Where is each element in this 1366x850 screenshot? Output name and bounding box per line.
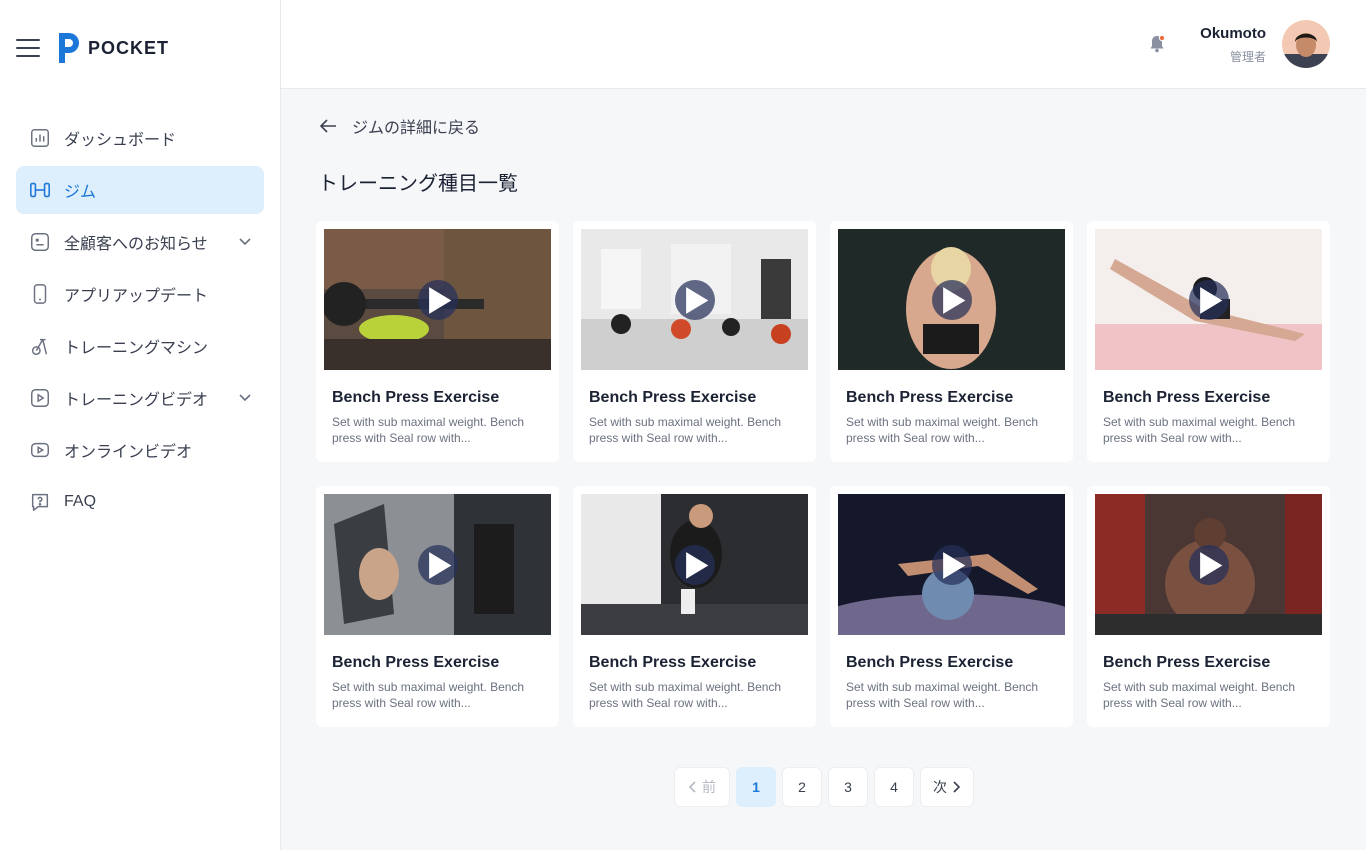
sidebar-item-dashboard[interactable]: ダッシュボード xyxy=(16,114,264,162)
chevron-down-icon[interactable] xyxy=(238,390,252,404)
back-link[interactable]: ジムの詳細に戻る xyxy=(318,114,480,138)
card-description: Set with sub maximal weight. Bench press… xyxy=(589,680,782,710)
sidebar-item-training-video[interactable]: トレーニングビデオ xyxy=(16,374,264,422)
exercise-card[interactable]: Bench Press Exercise Set with sub maxima… xyxy=(573,221,816,462)
question-icon xyxy=(28,490,52,514)
exercise-card[interactable]: Bench Press Exercise Set with sub maxima… xyxy=(316,221,559,462)
card-title: Bench Press Exercise xyxy=(589,389,757,406)
phone-icon xyxy=(28,282,52,306)
card-title: Bench Press Exercise xyxy=(589,654,757,671)
next-page-label: 次 xyxy=(933,779,947,795)
video-icon xyxy=(28,386,52,410)
card-description: Set with sub maximal weight. Bench press… xyxy=(1103,415,1296,445)
prev-page-button[interactable]: 前 xyxy=(674,767,730,807)
play-icon[interactable] xyxy=(932,280,972,320)
notice-icon xyxy=(28,230,52,254)
page-title: トレーニング種目一覧 xyxy=(318,173,518,195)
logo[interactable]: POCKET xyxy=(56,31,169,65)
play-icon[interactable] xyxy=(1189,545,1229,585)
sidebar-item-label: FAQ xyxy=(64,493,97,510)
prev-page-label: 前 xyxy=(702,779,716,795)
sidebar-item-label: ジム xyxy=(64,184,97,201)
bell-icon[interactable] xyxy=(1146,33,1168,55)
card-title: Bench Press Exercise xyxy=(332,654,500,671)
sidebar: POCKET ダッシュボード ジム 全顧客へのお知らせ アプリアップデート トレ… xyxy=(0,0,281,850)
card-title: Bench Press Exercise xyxy=(332,389,500,406)
play-icon[interactable] xyxy=(418,545,458,585)
bike-icon xyxy=(28,334,52,358)
user-role: 管理者 xyxy=(1229,50,1266,64)
exercise-card[interactable]: Bench Press Exercise Set with sub maxima… xyxy=(1087,486,1330,727)
sidebar-item-label: オンラインビデオ xyxy=(64,444,193,461)
card-description: Set with sub maximal weight. Bench press… xyxy=(589,415,782,445)
card-title: Bench Press Exercise xyxy=(1103,654,1271,671)
page-button-1[interactable]: 1 xyxy=(736,767,776,807)
exercise-card[interactable]: Bench Press Exercise Set with sub maxima… xyxy=(573,486,816,727)
exercise-card[interactable]: Bench Press Exercise Set with sub maxima… xyxy=(1087,221,1330,462)
exercise-card[interactable]: Bench Press Exercise Set with sub maxima… xyxy=(830,221,1073,462)
exercise-card[interactable]: Bench Press Exercise Set with sub maxima… xyxy=(316,486,559,727)
chevron-left-icon xyxy=(688,781,696,793)
sidebar-item-label: トレーニングマシン xyxy=(64,340,209,357)
play-icon[interactable] xyxy=(932,545,972,585)
exercise-card[interactable]: Bench Press Exercise Set with sub maxima… xyxy=(830,486,1073,727)
exercise-thumbnail xyxy=(838,494,1065,635)
card-description: Set with sub maximal weight. Bench press… xyxy=(846,680,1039,710)
user-info[interactable]: Okumoto 管理者 xyxy=(1200,25,1266,65)
play-icon[interactable] xyxy=(418,280,458,320)
next-page-button[interactable]: 次 xyxy=(920,767,974,807)
brand-name: POCKET xyxy=(88,37,170,58)
card-description: Set with sub maximal weight. Bench press… xyxy=(1103,680,1296,710)
page-button-4[interactable]: 4 xyxy=(874,767,914,807)
card-description: Set with sub maximal weight. Bench press… xyxy=(332,415,525,445)
play-icon[interactable] xyxy=(1189,280,1229,320)
video-icon xyxy=(28,438,52,462)
card-title: Bench Press Exercise xyxy=(846,654,1014,671)
pocket-logo-icon xyxy=(56,31,80,65)
card-title: Bench Press Exercise xyxy=(1103,389,1271,406)
exercise-thumbnail xyxy=(324,229,551,370)
sidebar-item-label: ダッシュボード xyxy=(64,132,177,149)
exercise-thumbnail xyxy=(838,229,1065,370)
hamburger-menu-icon[interactable] xyxy=(16,39,40,57)
sidebar-item-training-machine[interactable]: トレーニングマシン xyxy=(16,322,264,370)
chevron-right-icon xyxy=(953,781,961,793)
sidebar-item-faq[interactable]: FAQ xyxy=(16,478,264,526)
sidebar-nav: ダッシュボード ジム 全顧客へのお知らせ アプリアップデート トレーニングマシン… xyxy=(16,114,264,530)
user-name: Okumoto xyxy=(1200,25,1266,42)
pagination: 前 1 2 3 4 次 xyxy=(674,767,980,807)
chevron-down-icon[interactable] xyxy=(238,234,252,248)
sidebar-item-label: 全顧客へのお知らせ xyxy=(64,236,208,253)
card-title: Bench Press Exercise xyxy=(846,389,1014,406)
exercise-thumbnail xyxy=(581,229,808,370)
gym-icon xyxy=(28,178,52,202)
sidebar-item-app-update[interactable]: アプリアップデート xyxy=(16,270,264,318)
avatar[interactable] xyxy=(1282,20,1330,68)
exercise-thumbnail xyxy=(1095,494,1322,635)
arrow-left-icon xyxy=(319,119,336,133)
card-description: Set with sub maximal weight. Bench press… xyxy=(846,415,1039,445)
sidebar-item-label: トレーニングビデオ xyxy=(64,392,209,409)
exercise-thumbnail xyxy=(1095,229,1322,370)
exercise-thumbnail xyxy=(581,494,808,635)
sidebar-item-announcements[interactable]: 全顧客へのお知らせ xyxy=(16,218,264,266)
play-icon[interactable] xyxy=(675,545,715,585)
top-bar: Okumoto 管理者 xyxy=(281,0,1366,89)
page-button-2[interactable]: 2 xyxy=(782,767,822,807)
sidebar-item-online-video[interactable]: オンラインビデオ xyxy=(16,426,264,474)
brand-bar: POCKET xyxy=(16,30,169,66)
exercise-thumbnail xyxy=(324,494,551,635)
sidebar-item-gym[interactable]: ジム xyxy=(16,166,264,214)
sidebar-item-label: アプリアップデート xyxy=(64,288,209,305)
play-icon[interactable] xyxy=(675,280,715,320)
chart-icon xyxy=(28,126,52,150)
page-button-3[interactable]: 3 xyxy=(828,767,868,807)
card-description: Set with sub maximal weight. Bench press… xyxy=(332,680,525,710)
back-link-label: ジムの詳細に戻る xyxy=(352,120,481,137)
